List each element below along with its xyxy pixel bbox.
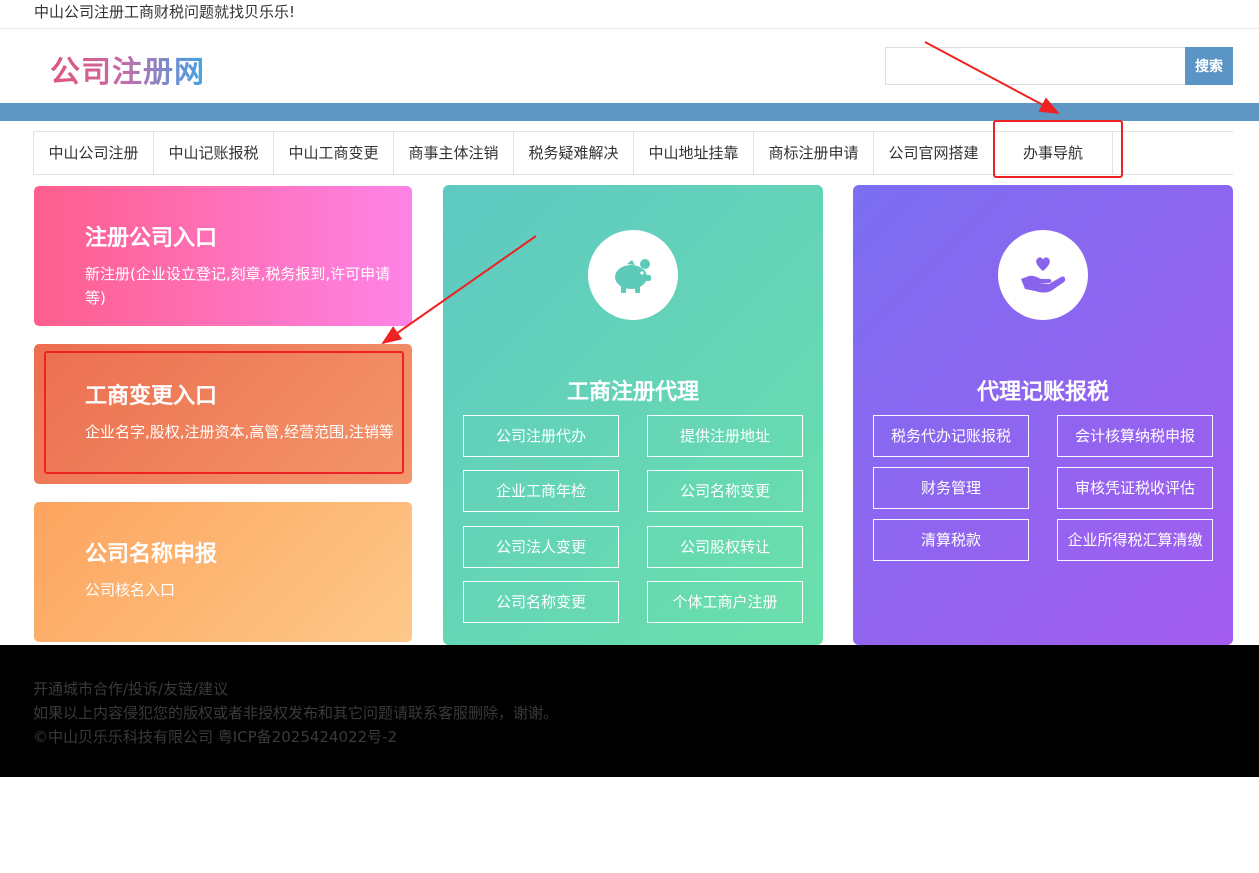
footer-icp: ©中山贝乐乐科技有限公司 粤ICP备2025424022号-2 — [33, 728, 398, 746]
agency-service-item[interactable]: 公司名称变更 — [647, 470, 803, 512]
register-card-title: 注册公司入口 — [85, 226, 218, 251]
main-nav: 中山公司注册 中山记账报税 中山工商变更 商事主体注销 税务疑难解决 中山地址挂… — [33, 131, 1233, 175]
hand-heart-icon — [998, 230, 1088, 320]
agency-service-item[interactable]: 提供注册地址 — [647, 415, 803, 457]
bookkeeping-service-item[interactable]: 会计核算纳税申报 — [1057, 415, 1213, 457]
bookkeeping-title: 代理记账报税 — [976, 380, 1109, 405]
nav-item-business-change[interactable]: 中山工商变更 — [273, 132, 393, 174]
register-card-desc: 新注册(企业设立登记,刻章,税务报到,许可申请等) — [85, 265, 391, 307]
agency-service-item[interactable]: 公司注册代办 — [463, 415, 619, 457]
nav-item-company-register[interactable]: 中山公司注册 — [33, 132, 153, 174]
footer: 开通城市合作/投诉/友链/建议 如果以上内容侵犯您的版权或者非授权发布和其它问题… — [0, 645, 1259, 777]
agency-service-item[interactable]: 个体工商户注册 — [647, 581, 803, 623]
header: 公司注册网 搜索 — [0, 29, 1259, 103]
agency-service-item[interactable]: 企业工商年检 — [463, 470, 619, 512]
search-input[interactable] — [885, 47, 1185, 85]
footer-links[interactable]: 开通城市合作/投诉/友链/建议 — [33, 678, 228, 699]
slogan-text: 中山公司注册工商财税问题就找贝乐乐! — [34, 3, 296, 21]
footer-copyright-notice: 如果以上内容侵犯您的版权或者非授权发布和其它问题请联系客服删除，谢谢。 — [33, 704, 559, 722]
agency-panel: 工商注册代理 公司注册代办 提供注册地址 企业工商年检 公司名称变更 公司法人变… — [443, 185, 823, 645]
agency-service-item[interactable]: 公司股权转让 — [647, 526, 803, 568]
search-button[interactable]: 搜索 — [1185, 47, 1233, 85]
bookkeeping-service-item[interactable]: 税务代办记账报税 — [873, 415, 1029, 457]
bookkeeping-service-item[interactable]: 财务管理 — [873, 467, 1029, 509]
site-logo[interactable]: 公司注册网 — [50, 47, 205, 91]
agency-service-item[interactable]: 公司法人变更 — [463, 526, 619, 568]
nav-strip — [0, 103, 1259, 121]
bookkeeping-panel: 代理记账报税 税务代办记账报税 会计核算纳税申报 财务管理 审核凭证税收评估 清… — [853, 185, 1233, 645]
agency-title: 工商注册代理 — [566, 380, 699, 405]
name-card-title: 公司名称申报 — [85, 542, 218, 567]
nav-item-deregistration[interactable]: 商事主体注销 — [393, 132, 513, 174]
nav-item-address[interactable]: 中山地址挂靠 — [633, 132, 753, 174]
bookkeeping-service-item[interactable]: 清算税款 — [873, 519, 1029, 561]
register-company-card[interactable]: 注册公司入口 新注册(企业设立登记,刻章,税务报到,许可申请等) — [34, 186, 412, 326]
nav-item-tax-problems[interactable]: 税务疑难解决 — [513, 132, 633, 174]
nav-item-website[interactable]: 公司官网搭建 — [873, 132, 993, 174]
bookkeeping-service-item[interactable]: 企业所得税汇算清缴 — [1057, 519, 1213, 561]
business-change-card[interactable]: 工商变更入口 企业名字,股权,注册资本,高管,经营范围,注销等 — [34, 344, 412, 484]
agency-service-item[interactable]: 公司名称变更 — [463, 581, 619, 623]
change-card-title: 工商变更入口 — [85, 384, 218, 409]
name-card-desc: 公司核名入口 — [85, 581, 176, 599]
nav-item-trademark[interactable]: 商标注册申请 — [753, 132, 873, 174]
nav-item-bookkeeping[interactable]: 中山记账报税 — [153, 132, 273, 174]
company-name-card[interactable]: 公司名称申报 公司核名入口 — [34, 502, 412, 642]
bookkeeping-service-item[interactable]: 审核凭证税收评估 — [1057, 467, 1213, 509]
piggy-bank-icon — [588, 230, 678, 320]
top-bar: 中山公司注册工商财税问题就找贝乐乐! — [0, 0, 1259, 29]
nav-item-guide[interactable]: 办事导航 — [993, 132, 1113, 174]
change-card-desc: 企业名字,股权,注册资本,高管,经营范围,注销等 — [85, 423, 394, 441]
